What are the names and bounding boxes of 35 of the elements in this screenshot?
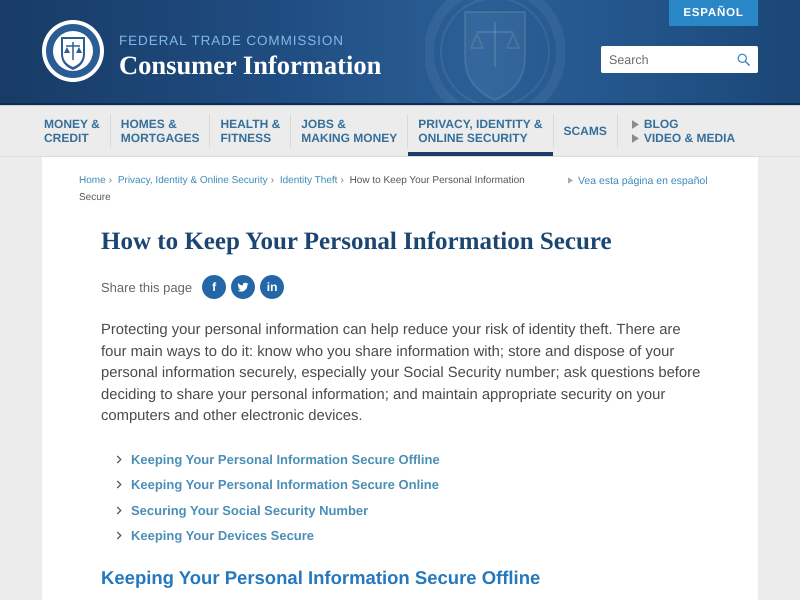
- nav-tab[interactable]: HEALTH & FITNESS: [210, 106, 290, 156]
- chevron-icon: [116, 531, 122, 540]
- section-link[interactable]: Keeping Your Personal Information Secure Offline: [131, 452, 440, 468]
- intro-paragraph: Protecting your personal information can help reduce your risk of identity theft. There are four main ways to do it: know who you share information with; store and dispose of your personal information securely, especially your Social Security number; ask questions before deciding to share your personal information; and maintain appropriate security on your computers and other electronic devices.: [101, 321, 702, 426]
- search-field[interactable]: Search: [601, 46, 758, 73]
- section-link[interactable]: Keeping Your Devices Secure: [131, 528, 314, 543]
- nav-tab[interactable]: JOBS & MAKING MONEY: [291, 106, 408, 156]
- share-button[interactable]: in: [260, 275, 284, 299]
- search-icon[interactable]: [737, 53, 750, 66]
- language-button[interactable]: ESPAÑOL: [669, 0, 758, 26]
- nav-tab[interactable]: HOMES & MORTGAGES: [110, 106, 210, 156]
- section-heading: Keeping Your Personal Information Secure Offline: [101, 566, 542, 590]
- caret-icon: [568, 177, 573, 184]
- nav-link[interactable]: BLOG: [644, 117, 679, 131]
- page-title: How to Keep Your Personal Information Secure: [101, 227, 613, 257]
- share-button[interactable]: f: [202, 275, 226, 299]
- section-link[interactable]: Securing Your Social Security Number: [131, 502, 368, 518]
- breadcrumb-link[interactable]: Privacy, Identity & Online Security: [118, 175, 268, 186]
- nav-tab[interactable]: MONEY & CREDIT: [34, 106, 110, 156]
- share-button[interactable]: [231, 275, 256, 299]
- breadcrumb: Home › Privacy, Identity & Online Security › Identity Theft › How to Keep Your Personal Information Secure: [79, 174, 526, 205]
- breadcrumb-link[interactable]: Identity Theft: [280, 175, 338, 186]
- breadcrumb-link[interactable]: Home: [79, 175, 106, 186]
- section-link[interactable]: Keeping Your Personal Information Secure Online: [131, 477, 439, 492]
- seal-logo[interactable]: [42, 20, 104, 82]
- share-label: Share this page: [101, 280, 192, 294]
- chevron-icon: [116, 506, 122, 515]
- spanish-page-link[interactable]: Vea esta página en español: [578, 174, 708, 186]
- agency-name: FEDERAL TRADE COMMISSION: [119, 32, 345, 50]
- nav-tab[interactable]: SCAMS: [554, 106, 617, 156]
- nav-link[interactable]: VIDEO & MEDIA: [644, 131, 736, 145]
- chevron-icon: [116, 480, 122, 490]
- bird-icon: [237, 281, 250, 293]
- chevron-icon: [116, 455, 122, 464]
- site-title[interactable]: Consumer Information: [119, 50, 382, 80]
